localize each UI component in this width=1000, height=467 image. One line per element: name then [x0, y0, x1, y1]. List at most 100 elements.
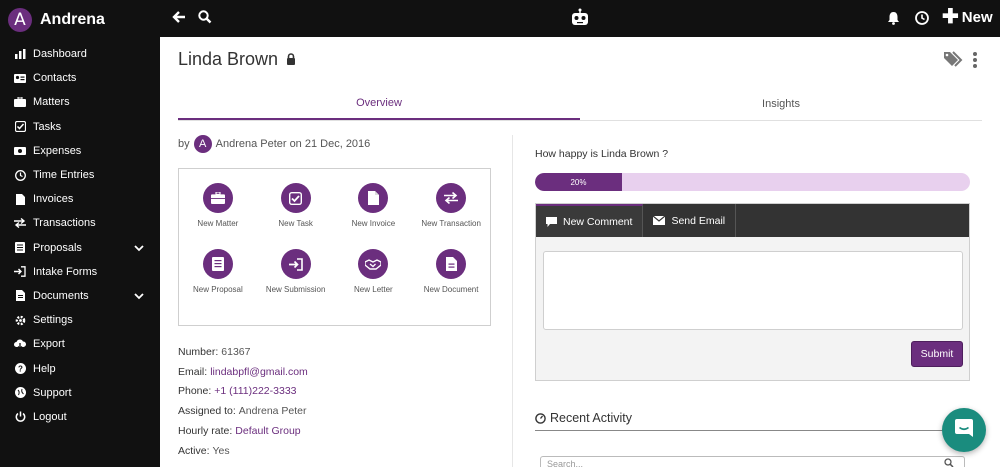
brand-avatar: A: [8, 8, 32, 32]
action-label: New Document: [423, 285, 479, 294]
search-icon[interactable]: [198, 10, 212, 29]
list-icon: [202, 249, 233, 279]
sidebar-item-dashboard[interactable]: Dashboard: [0, 42, 160, 66]
new-document-button[interactable]: New Document: [412, 249, 490, 315]
sidebar-item-help[interactable]: ? Help: [0, 356, 160, 380]
top-bar: ✚ New: [160, 0, 1000, 37]
detail-assigned-to: Assigned to: Andrena Peter: [178, 401, 492, 421]
bar-chart-icon: [14, 48, 26, 60]
action-label: New Letter: [354, 285, 393, 294]
tab-insights[interactable]: Insights: [580, 87, 982, 120]
search-icon: [944, 458, 954, 467]
sidebar-item-invoices[interactable]: Invoices: [0, 187, 160, 211]
sidebar-item-label: Invoices: [33, 193, 74, 206]
sidebar-item-logout[interactable]: Logout: [0, 405, 160, 429]
email-link[interactable]: lindabpfl@gmail.com: [210, 366, 308, 378]
byline-author[interactable]: Andrena Peter: [216, 138, 287, 150]
happiness-question: How happy is Linda Brown ?: [535, 148, 669, 160]
document-icon: [436, 249, 467, 279]
gauge-icon: [535, 412, 546, 424]
quick-actions-panel: New Matter New Task New Invoice New Tran…: [178, 168, 491, 326]
lock-icon: [286, 49, 296, 70]
new-submission-button[interactable]: New Submission: [257, 249, 335, 315]
sidebar: A Andrena Dashboard Contacts Matters Tas…: [0, 0, 160, 467]
sidebar-item-tasks[interactable]: Tasks: [0, 115, 160, 139]
sidebar-item-settings[interactable]: Settings: [0, 308, 160, 332]
gear-icon: [14, 314, 26, 326]
detail-key: Assigned to:: [178, 405, 236, 418]
sidebar-item-intake-forms[interactable]: Intake Forms: [0, 260, 160, 284]
comment-textarea[interactable]: [543, 251, 963, 330]
new-invoice-button[interactable]: New Invoice: [335, 183, 413, 249]
bell-icon[interactable]: [887, 11, 900, 30]
contact-name: Linda Brown: [178, 49, 279, 69]
tab-overview[interactable]: Overview: [178, 87, 580, 120]
new-matter-button[interactable]: New Matter: [179, 183, 257, 249]
document-icon: [14, 290, 26, 302]
more-options-icon[interactable]: [972, 51, 978, 74]
phone-link[interactable]: +1 (111)222-3333: [214, 385, 296, 397]
plus-icon: ✚: [942, 6, 959, 28]
chevron-down-icon[interactable]: [134, 291, 144, 303]
detail-email: Email: lindabpfl@gmail.com: [178, 362, 492, 382]
briefcase-icon: [14, 96, 26, 108]
brand-name: Andrena: [40, 11, 105, 28]
sidebar-item-label: Matters: [33, 96, 70, 109]
tab-send-email[interactable]: Send Email: [643, 204, 737, 237]
sidebar-item-matters[interactable]: Matters: [0, 90, 160, 114]
sidebar-item-label: Export: [33, 338, 65, 351]
detail-value: Andrena Peter: [238, 405, 307, 418]
detail-number: Number: 61367: [178, 342, 492, 362]
question-icon: ?: [14, 363, 26, 375]
detail-phone: Phone: +1 (111)222-3333: [178, 382, 492, 402]
chevron-down-icon[interactable]: [134, 243, 144, 255]
robot-logo-icon[interactable]: [570, 8, 590, 33]
new-button[interactable]: ✚ New: [942, 6, 993, 28]
svg-text:?: ?: [18, 365, 23, 374]
sidebar-item-documents[interactable]: Documents: [0, 284, 160, 308]
sidebar-item-expenses[interactable]: Expenses: [0, 139, 160, 163]
history-clock-icon[interactable]: [915, 11, 929, 30]
submit-button[interactable]: Submit: [911, 341, 963, 367]
sidebar-item-support[interactable]: Support: [0, 381, 160, 405]
author-avatar[interactable]: A: [193, 135, 212, 153]
sidebar-item-time-entries[interactable]: Time Entries: [0, 163, 160, 187]
sidebar-item-label: Proposals: [33, 241, 82, 254]
activity-search-input[interactable]: Search...: [540, 456, 965, 467]
sidebar-item-label: Help: [33, 362, 56, 375]
new-proposal-button[interactable]: New Proposal: [179, 249, 257, 315]
happiness-progress-bar[interactable]: 20%: [535, 173, 970, 191]
tab-new-comment[interactable]: New Comment: [536, 204, 644, 237]
recent-activity-title: Recent Activity: [550, 411, 632, 425]
sidebar-item-export[interactable]: Export: [0, 332, 160, 356]
chat-launcher-button[interactable]: [942, 408, 986, 452]
action-label: New Transaction: [421, 219, 481, 228]
cloud-download-icon: [14, 338, 26, 350]
chat-icon: [953, 417, 975, 444]
sidebar-item-label: Support: [33, 386, 72, 399]
id-card-icon: [14, 72, 26, 84]
sidebar-item-label: Expenses: [33, 144, 82, 157]
byline: by A Andrena Peter on 21 Dec, 2016: [178, 135, 492, 153]
comment-tabs: New Comment Send Email: [536, 204, 969, 237]
new-transaction-button[interactable]: New Transaction: [412, 183, 490, 249]
detail-value: Yes: [212, 444, 230, 457]
sidebar-item-proposals[interactable]: Proposals: [0, 236, 160, 260]
page-title: Linda Brown: [178, 49, 296, 70]
sidebar-item-transactions[interactable]: Transactions: [0, 211, 160, 235]
action-label: New Submission: [265, 285, 326, 294]
tags-icon[interactable]: [944, 51, 964, 72]
checkbox-icon: [14, 121, 26, 133]
sidebar-item-label: Documents: [33, 289, 89, 302]
hourly-rate-link[interactable]: Default Group: [235, 425, 300, 437]
action-label: New Proposal: [192, 285, 243, 294]
action-label: New Task: [278, 219, 313, 228]
brand[interactable]: A Andrena: [0, 0, 160, 40]
new-task-button[interactable]: New Task: [257, 183, 335, 249]
sign-in-icon: [14, 266, 26, 278]
file-icon: [14, 193, 26, 205]
sidebar-item-contacts[interactable]: Contacts: [0, 66, 160, 90]
detail-active: Active: Yes: [178, 441, 492, 461]
new-letter-button[interactable]: New Letter: [335, 249, 413, 315]
back-arrow-icon[interactable]: [172, 10, 186, 29]
